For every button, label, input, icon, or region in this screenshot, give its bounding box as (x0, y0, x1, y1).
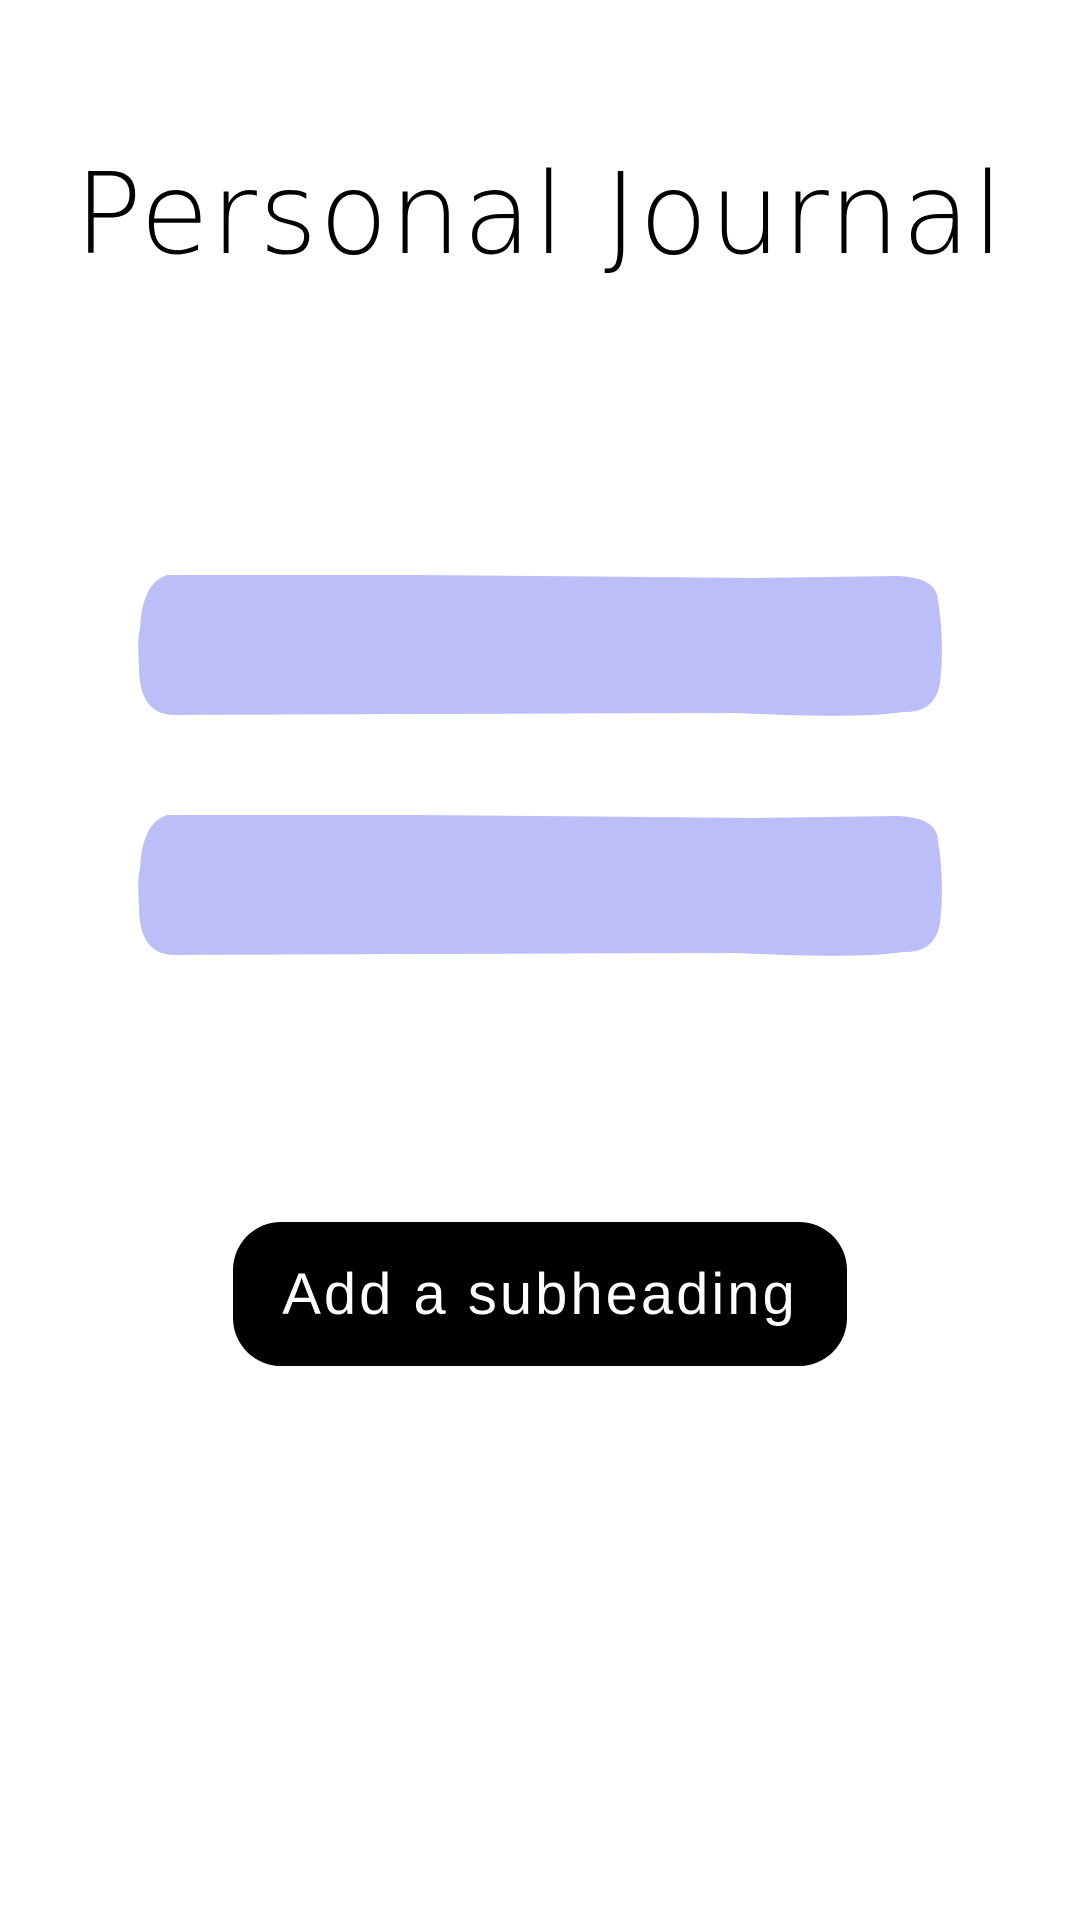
page-title: Personal Journal (74, 150, 1006, 280)
highlight-shape (138, 575, 942, 716)
journal-entry-placeholder[interactable] (137, 815, 943, 957)
highlight-shape (138, 815, 942, 956)
add-subheading-button[interactable]: Add a subheading (233, 1222, 847, 1366)
journal-entry-placeholder[interactable] (137, 575, 943, 717)
